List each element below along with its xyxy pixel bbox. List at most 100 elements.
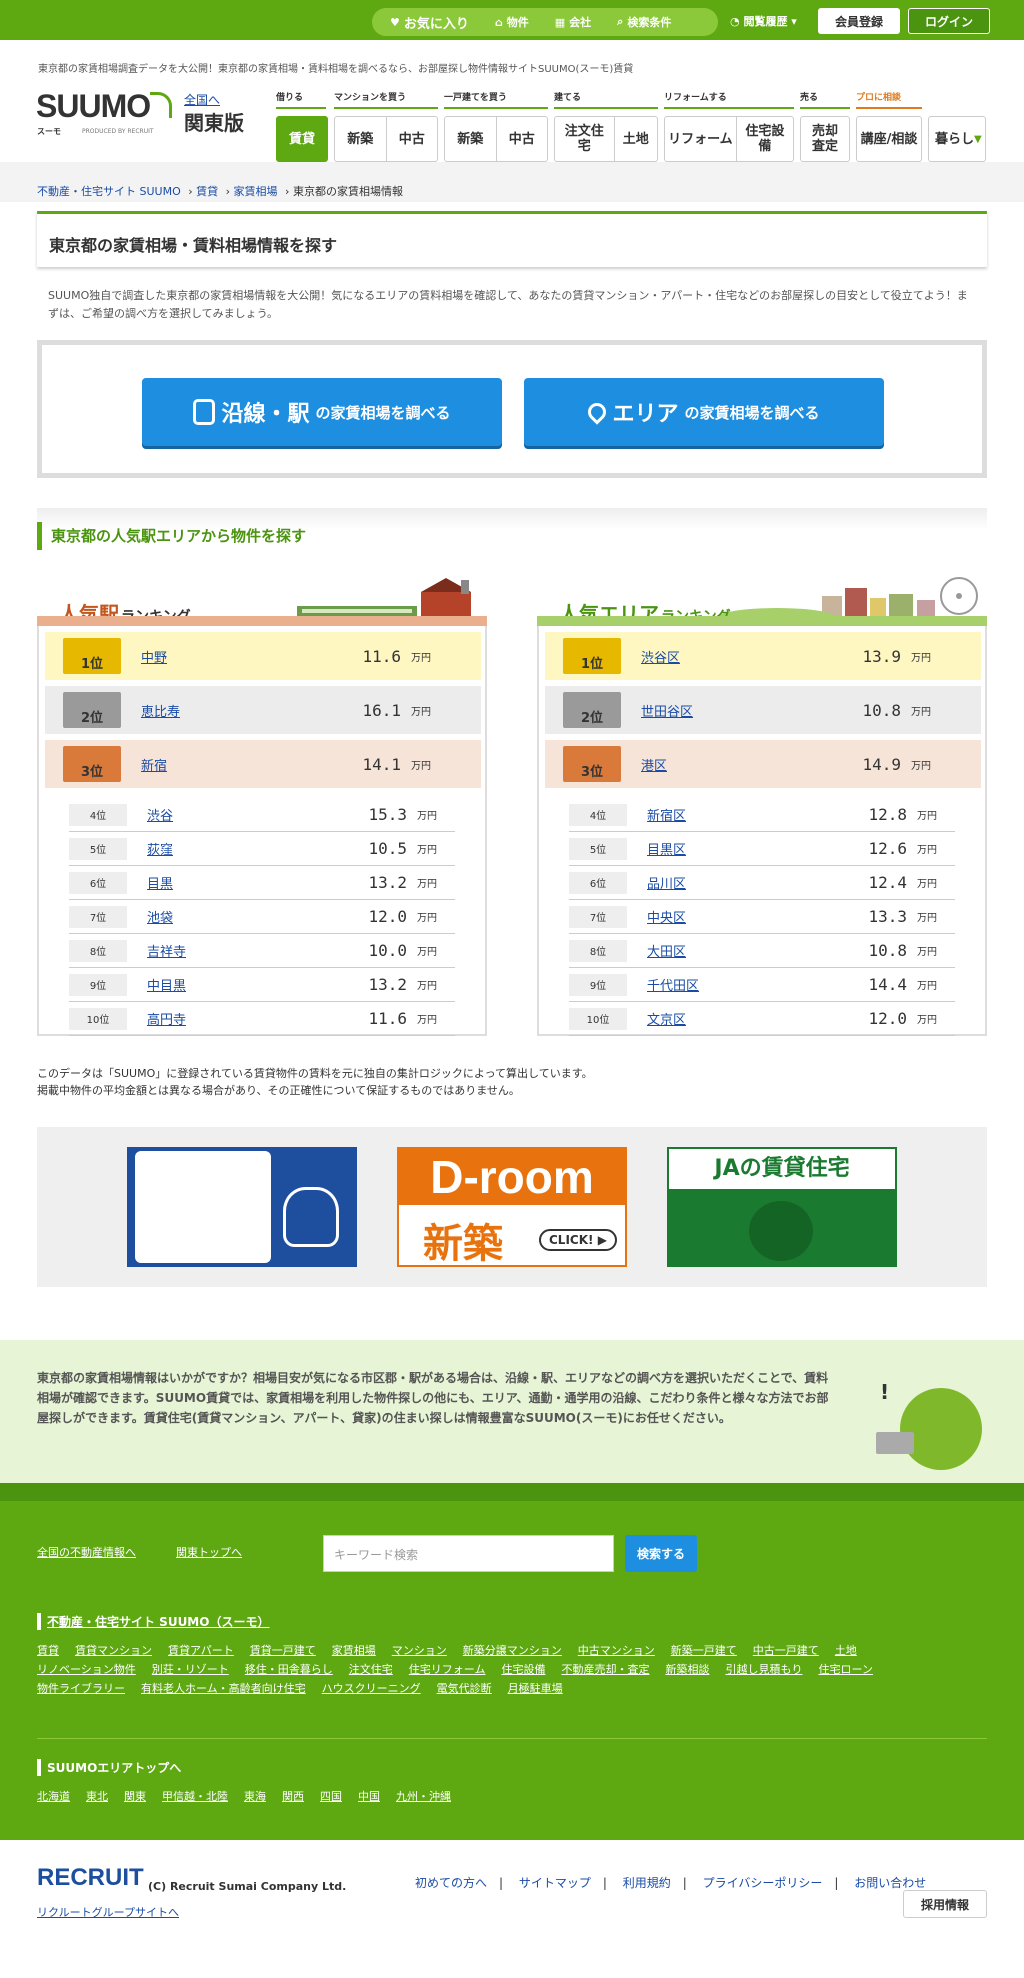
kanto-top-link[interactable]: 関東トップへ xyxy=(176,1544,242,1560)
station-name-link[interactable]: 中野 xyxy=(141,647,321,666)
footer-link[interactable]: 東北 xyxy=(86,1787,108,1806)
footer-link[interactable]: 住宅ローン xyxy=(818,1660,872,1679)
nav-house-new[interactable]: 新築 xyxy=(445,117,497,161)
area-name-link[interactable]: 新宿区 xyxy=(647,805,827,824)
favorites-link[interactable]: ♥ お気に入り xyxy=(390,13,469,32)
nav-land[interactable]: 土地 xyxy=(615,117,658,161)
station-name-link[interactable]: 池袋 xyxy=(147,907,327,926)
nav-mansion-used[interactable]: 中古 xyxy=(387,117,438,161)
nav-sell[interactable]: 売却査定 xyxy=(800,116,850,162)
area-search-button[interactable]: エリア の家賃相場を調べる xyxy=(524,378,884,446)
area-name-link[interactable]: 品川区 xyxy=(647,873,827,892)
nav-rent[interactable]: 賃貸 xyxy=(276,116,328,162)
area-ranking-list: 1位 渋谷区 13.9 万円 2位 世田谷区 10.8 万円 3位 港区 14.9 万円 4位 新宿区 12… xyxy=(537,626,987,1036)
nav-living[interactable]: 暮らし ▼ xyxy=(928,116,986,162)
footer-link[interactable]: 中国 xyxy=(358,1787,380,1806)
footer-link[interactable]: マンション xyxy=(392,1641,447,1660)
area-name-link[interactable]: 千代田区 xyxy=(647,975,827,994)
footer-link[interactable]: 家賃相場 xyxy=(332,1641,376,1660)
area-name-link[interactable]: 大田区 xyxy=(647,941,827,960)
footer-link[interactable]: 関東 xyxy=(124,1787,146,1806)
footer-link[interactable]: 賃貸一戸建て xyxy=(250,1641,316,1660)
footer-link[interactable]: リノベーション物件 xyxy=(37,1660,136,1679)
keyword-search-button[interactable]: 検索する xyxy=(625,1535,697,1572)
privacy-link[interactable]: プライバシーポリシー xyxy=(703,1876,823,1890)
jobs-button[interactable]: 採用情報 xyxy=(903,1890,987,1918)
footer-link[interactable]: 甲信越・北陸 xyxy=(162,1787,228,1806)
station-name-link[interactable]: 新宿 xyxy=(141,755,321,774)
station-name-link[interactable]: 吉祥寺 xyxy=(147,941,327,960)
footer-link[interactable]: 四国 xyxy=(320,1787,342,1806)
sitemap-link[interactable]: サイトマップ xyxy=(519,1876,591,1890)
clock-icon: ◔ xyxy=(730,15,740,28)
breadcrumb-market[interactable]: 家賃相場 xyxy=(234,185,278,198)
footer-link[interactable]: 月極駐車場 xyxy=(508,1679,563,1698)
heart-icon: ♥ xyxy=(390,15,400,29)
station-name-link[interactable]: 渋谷 xyxy=(147,805,327,824)
station-name-link[interactable]: 荻窪 xyxy=(147,839,327,858)
beginners-link[interactable]: 初めての方へ xyxy=(415,1876,487,1890)
contact-link[interactable]: お問い合わせ xyxy=(854,1876,926,1890)
footer-link[interactable]: 住宅リフォーム xyxy=(409,1660,486,1679)
footer-link[interactable]: 電気代診断 xyxy=(437,1679,492,1698)
keyword-search-input[interactable]: キーワード検索 xyxy=(323,1535,614,1572)
recruit-group-link[interactable]: リクルートグループサイトへ xyxy=(37,1904,179,1920)
footer-link[interactable]: 中古マンション xyxy=(578,1641,655,1660)
exclamation-icon: ! xyxy=(880,1380,890,1404)
footer-link[interactable]: 有料老人ホーム・高齢者向け住宅 xyxy=(141,1679,306,1698)
company-link[interactable]: ▦ 会社 xyxy=(555,14,591,30)
search-condition-link[interactable]: ⌕ 検索条件 xyxy=(617,14,671,30)
terms-link[interactable]: 利用規約 xyxy=(623,1876,671,1890)
nav-custom-house[interactable]: 注文住宅 xyxy=(555,117,615,161)
login-button[interactable]: ログイン xyxy=(908,8,990,34)
footer-link[interactable]: 関西 xyxy=(282,1787,304,1806)
footer-link[interactable]: 引越し見積もり xyxy=(725,1660,802,1679)
station-name-link[interactable]: 高円寺 xyxy=(147,1009,327,1028)
footer-link[interactable]: 九州・沖縄 xyxy=(396,1787,451,1806)
ja-banner[interactable]: JAの賃貸住宅 xyxy=(667,1147,897,1267)
footer-link[interactable]: 賃貸アパート xyxy=(168,1641,234,1660)
footer-link[interactable]: 物件ライブラリー xyxy=(37,1679,125,1698)
breadcrumb-home[interactable]: 不動産・住宅サイト SUUMO xyxy=(37,185,181,198)
footer-link[interactable]: 新築一戸建て xyxy=(671,1641,737,1660)
top-bar: ♥ お気に入り ⌂ 物件 ▦ 会社 ⌕ 検索条件 ◔ 閲覧履歴 ▾ 会員登録 ログイン xyxy=(0,0,1024,40)
station-row: 4位 渋谷 15.3 万円 xyxy=(69,798,455,832)
footer-link[interactable]: 住宅設備 xyxy=(501,1660,545,1679)
breadcrumb-rent[interactable]: 賃貸 xyxy=(196,185,218,198)
footer-link[interactable]: 賃貸 xyxy=(37,1641,59,1660)
footer-link[interactable]: 北海道 xyxy=(37,1787,70,1806)
footer-link[interactable]: 移住・田舎暮らし xyxy=(245,1660,333,1679)
footer-link[interactable]: 土地 xyxy=(835,1641,857,1660)
area-name-link[interactable]: 目黒区 xyxy=(647,839,827,858)
footer-link[interactable]: 別荘・リゾート xyxy=(152,1660,229,1679)
area-name-link[interactable]: 渋谷区 xyxy=(641,647,821,666)
area-name-link[interactable]: 世田谷区 xyxy=(641,701,821,720)
national-info-link[interactable]: 全国の不動産情報へ xyxy=(37,1544,136,1560)
nav-mansion-new[interactable]: 新築 xyxy=(335,117,387,161)
properties-link[interactable]: ⌂ 物件 xyxy=(495,14,529,30)
footer-link[interactable]: 注文住宅 xyxy=(349,1660,393,1679)
footer-link[interactable]: 不動産売却・査定 xyxy=(561,1660,649,1679)
droom-banner[interactable]: D-room 新築 CLICK! ▶ xyxy=(397,1147,627,1267)
station-name-link[interactable]: 目黒 xyxy=(147,873,327,892)
area-name-link[interactable]: 港区 xyxy=(641,755,821,774)
station-name-link[interactable]: 中目黒 xyxy=(147,975,327,994)
history-dropdown[interactable]: ◔ 閲覧履歴 ▾ xyxy=(730,13,797,29)
footer-link[interactable]: 東海 xyxy=(244,1787,266,1806)
nav-house-used[interactable]: 中古 xyxy=(497,117,548,161)
site-heading[interactable]: 不動産・住宅サイト SUUMO（スーモ） xyxy=(37,1613,269,1630)
area-name-link[interactable]: 中央区 xyxy=(647,907,827,926)
footer-link[interactable]: 中古一戸建て xyxy=(753,1641,819,1660)
area-name-link[interactable]: 文京区 xyxy=(647,1009,827,1028)
footer-link[interactable]: 賃貸マンション xyxy=(75,1641,152,1660)
nav-equipment[interactable]: 住宅設備 xyxy=(737,117,793,161)
line-station-search-button[interactable]: 沿線・駅 の家賃相場を調べる xyxy=(142,378,502,446)
banner-1[interactable] xyxy=(127,1147,357,1267)
footer-link[interactable]: ハウスクリーニング xyxy=(322,1679,421,1698)
station-name-link[interactable]: 恵比寿 xyxy=(141,701,321,720)
register-button[interactable]: 会員登録 xyxy=(818,8,900,34)
footer-link[interactable]: 新築分譲マンション xyxy=(463,1641,562,1660)
nav-reform[interactable]: リフォーム xyxy=(665,117,737,161)
footer-link[interactable]: 新築相談 xyxy=(665,1660,709,1679)
nav-consult[interactable]: 講座/相談 xyxy=(856,116,922,162)
